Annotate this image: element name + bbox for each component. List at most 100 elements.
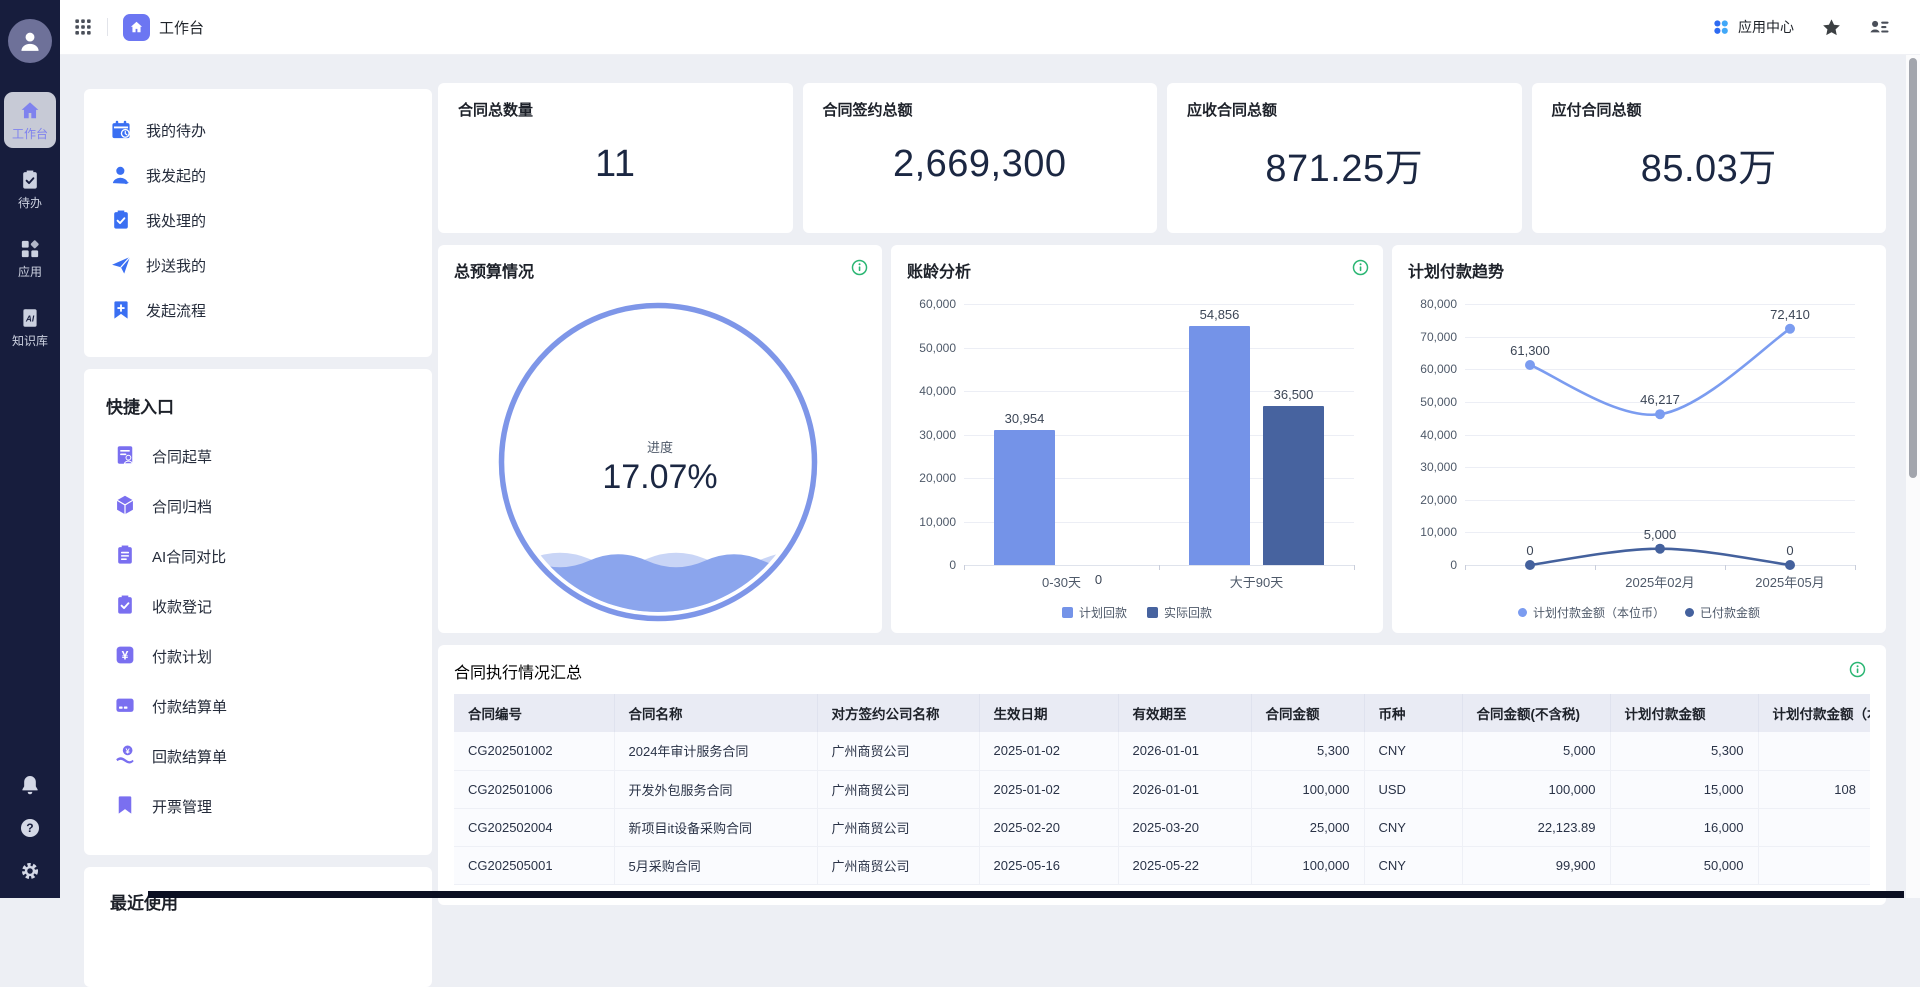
menu-item-label: 付款结算单 [152,696,227,717]
bar-实际回款 [1263,406,1324,565]
quick-item-contract-draft[interactable]: 合同起草 [114,443,432,469]
table-cell: CNY [1364,732,1462,770]
app-center-label: 应用中心 [1738,17,1794,37]
column-header: 合同金额(不含税) [1462,694,1610,732]
stat-card-1: 合同签约总额2,669,300 [803,83,1158,233]
table-row-3[interactable]: CG2025050015月采购合同广州商贸公司2025-05-162025-05… [454,846,1870,884]
yen-box-icon: ¥ [114,644,139,669]
stat-card-2: 应收合同总额871.25万 [1167,83,1522,233]
page-title: 工作台 [159,17,204,38]
menu-item-my-initiated[interactable]: 我发起的 [110,164,432,186]
table-cell: 5,300 [1251,732,1364,770]
stat-card-3: 应付合同总额85.03万 [1532,83,1887,233]
grid-menu-icon[interactable] [74,18,92,36]
four-dot-apps-icon [1712,18,1730,36]
x-axis-category: 0-30天 [1042,572,1081,591]
rail-item-todo[interactable]: 待办 [4,161,56,217]
vertical-scrollbar-track[interactable] [1906,55,1920,898]
info-icon[interactable] [1352,259,1369,276]
quick-item-payment-settlement[interactable]: 付款结算单 [114,693,432,719]
rail-item-label: 应用 [18,263,42,280]
stat-card-value: 11 [458,120,773,217]
user-icon [110,164,132,186]
app-center-button[interactable]: 应用中心 [1712,17,1794,37]
table-cell: 22,123.89 [1462,808,1610,846]
rail-item-apps[interactable]: 应用 [4,230,56,286]
table-cell: CNY [1364,846,1462,884]
column-header: 生效日期 [979,694,1118,732]
quick-item-ai-contract-compare[interactable]: AI合同对比 [114,543,432,569]
user-avatar[interactable] [8,19,52,63]
legend-item[interactable]: 实际回款 [1147,604,1212,621]
favorite-star-icon[interactable] [1822,18,1841,37]
table-cell: CG202501002 [454,732,614,770]
cube-icon [114,494,139,519]
budget-gauge-title: 总预算情况 [454,258,534,282]
bookmark-icon [114,794,139,819]
table-cell: 5,300 [1610,732,1758,770]
rail-item-label: 知识库 [12,332,48,349]
quick-item-receipt-register[interactable]: 收款登记 [114,593,432,619]
table-cell: 50,000 [1610,846,1758,884]
quick-item-payment-plan[interactable]: ¥付款计划 [114,643,432,669]
stat-card-value: 2,669,300 [823,120,1138,217]
table-cell: CNY [1364,808,1462,846]
legend-item[interactable]: 计划回款 [1062,604,1127,621]
aging-analysis-panel: 账龄分析 010,00020,00030,00040,00050,00060,0… [891,245,1383,633]
stat-card-label: 应付合同总额 [1552,99,1867,120]
chart-legend: 计划付款金额（本位币） 已付款金额 [1392,604,1886,621]
rail-item-label: 工作台 [12,125,48,142]
table-row-1[interactable]: CG202501006开发外包服务合同广州商贸公司2025-01-022026-… [454,770,1870,808]
info-icon[interactable] [851,259,868,276]
column-header: 有效期至 [1118,694,1251,732]
left-rail: 工作台待办应用 AI知识库 ? [0,0,60,898]
notification-bell-icon[interactable] [19,774,41,796]
stats-row: 合同总数量11合同签约总额2,669,300应收合同总额871.25万应付合同总… [438,83,1886,233]
menu-item-my-todos[interactable]: 我的待办 [110,119,432,141]
topbar-right: 应用中心 [1712,17,1890,38]
legend-swatch [1062,607,1073,618]
legend-item[interactable]: 已付款金额 [1685,604,1760,621]
table-cell: 2026-01-01 [1118,770,1251,808]
menu-item-start-process[interactable]: 发起流程 [110,299,432,321]
stat-card-0: 合同总数量11 [438,83,793,233]
horizontal-scrollbar[interactable] [148,891,1904,898]
clipboard-check-icon [110,209,132,231]
table-cell: 广州商贸公司 [817,732,979,770]
info-icon[interactable] [1849,661,1866,678]
my-work-panel: 我的待办我发起的我处理的抄送我的发起流程 [84,89,432,357]
payment-trend-title: 计划付款趋势 [1408,258,1504,282]
clipboard-list-icon [114,544,139,569]
rail-item-label: 待办 [18,194,42,211]
menu-item-my-processed[interactable]: 我处理的 [110,209,432,231]
quick-item-contract-archive[interactable]: 合同归档 [114,493,432,519]
table-cell: 广州商贸公司 [817,808,979,846]
y-axis-tick: 80,000 [1420,297,1457,311]
rail-bottom: ? [0,774,60,882]
help-icon[interactable]: ? [19,817,41,839]
stat-card-value: 871.25万 [1187,120,1502,217]
menu-item-cc-to-me[interactable]: 抄送我的 [110,254,432,276]
apps-icon [19,238,41,260]
quick-item-invoice-management[interactable]: 开票管理 [114,793,432,819]
table-row-0[interactable]: CG2025010022024年审计服务合同广州商贸公司2025-01-0220… [454,732,1870,770]
table-cell: 开发外包服务合同 [614,770,817,808]
topbar: 工作台 应用中心 [60,0,1920,55]
contract-summary-title: 合同执行情况汇总 [454,659,1870,683]
table-row-2[interactable]: CG202502004新项目it设备采购合同广州商贸公司2025-02-2020… [454,808,1870,846]
table-cell: 5,000 [1462,732,1610,770]
y-axis-tick: 10,000 [919,515,956,529]
bar-value-label: 30,954 [1005,411,1045,426]
rail-item-workbench[interactable]: 工作台 [4,92,56,148]
legend-item[interactable]: 计划付款金额（本位币） [1518,604,1665,621]
menu-item-label: 收款登记 [152,596,212,617]
table-cell: USD [1364,770,1462,808]
workbench-home-badge[interactable] [123,14,150,41]
table-cell: 2024年审计服务合同 [614,732,817,770]
quick-item-receipt-settlement[interactable]: ¥回款结算单 [114,743,432,769]
vertical-scrollbar-thumb[interactable] [1909,58,1917,478]
rail-item-knowledge-base[interactable]: AI知识库 [4,299,56,355]
quick-entry-panel: 快捷入口 合同起草合同归档AI合同对比收款登记¥付款计划付款结算单¥回款结算单开… [84,369,432,855]
contacts-icon[interactable] [1869,17,1890,38]
settings-gear-icon[interactable] [19,860,41,882]
